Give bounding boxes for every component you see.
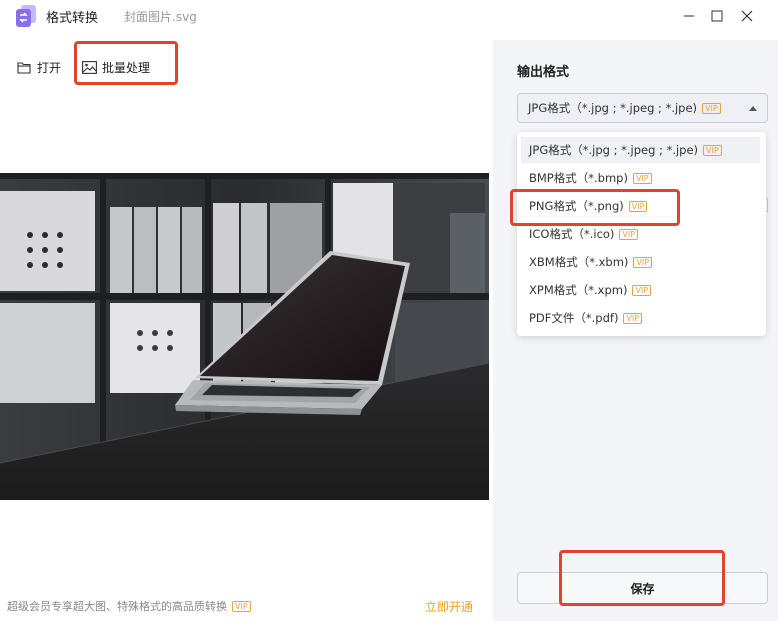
app-icon xyxy=(16,5,36,27)
output-format-heading: 输出格式 xyxy=(517,65,570,80)
vip-badge: VIP xyxy=(702,102,721,114)
vip-badge: VIP xyxy=(703,144,722,156)
vip-badge: VIP xyxy=(633,256,653,268)
minimize-button[interactable] xyxy=(676,4,702,28)
option-label: JPG格式（*.jpg ; *.jpeg ; *.jpe) xyxy=(529,143,699,157)
preview-panel: 打开 批量处理 超级会员专享超大图、特殊格式的高品质转换 VIP 立即开通 xyxy=(0,40,493,621)
batch-highlight-box xyxy=(74,41,178,85)
format-option-bmp[interactable]: BMP格式（*.bmp) VIP xyxy=(521,165,760,191)
format-option-xbm[interactable]: XBM格式（*.xbm) VIP xyxy=(521,249,760,275)
option-label: BMP格式（*.bmp) xyxy=(529,171,628,185)
format-option-jpg[interactable]: JPG格式（*.jpg ; *.jpeg ; *.jpe) VIP xyxy=(521,137,760,163)
vip-badge: VIP xyxy=(619,228,639,240)
activate-now-link[interactable]: 立即开通 xyxy=(425,598,473,615)
title-bar: 格式转换 封面图片.svg xyxy=(0,0,778,40)
caret-up-icon xyxy=(749,106,757,111)
selected-format: JPG格式（*.jpg ; *.jpeg ; *.jpe) xyxy=(528,101,698,115)
close-button[interactable] xyxy=(734,4,760,28)
save-highlight-box xyxy=(559,550,725,606)
file-name: 封面图片.svg xyxy=(124,10,197,24)
vip-badge: VIP xyxy=(632,284,652,296)
option-label: XBM格式（*.xbm) xyxy=(529,255,629,269)
format-option-xpm[interactable]: XPM格式（*.xpm) VIP xyxy=(521,277,760,303)
vip-note-text: 超级会员专享超大图、特殊格式的高品质转换 xyxy=(7,600,227,613)
maximize-button[interactable] xyxy=(704,4,730,28)
open-label: 打开 xyxy=(37,60,62,75)
preview-image xyxy=(0,173,489,500)
vip-badge: VIP xyxy=(632,172,652,184)
app-title: 格式转换 xyxy=(46,11,99,26)
format-dropdown: JPG格式（*.jpg ; *.jpeg ; *.jpe) VIP BMP格式（… xyxy=(517,132,766,336)
option-label: XPM格式（*.xpm) xyxy=(529,283,628,297)
vip-note: 超级会员专享超大图、特殊格式的高品质转换 VIP xyxy=(7,598,251,614)
option-label: PDF文件（*.pdf) xyxy=(529,311,619,325)
folder-icon xyxy=(17,61,31,74)
output-format-select[interactable]: JPG格式（*.jpg ; *.jpeg ; *.jpe) VIP xyxy=(517,93,768,123)
png-highlight-box xyxy=(510,189,680,226)
vip-badge: VIP xyxy=(623,312,643,324)
option-label: ICO格式（*.ico) xyxy=(529,227,615,241)
open-button[interactable]: 打开 xyxy=(17,56,61,78)
format-option-pdf[interactable]: PDF文件（*.pdf) VIP xyxy=(521,305,760,331)
settings-panel: 输出格式 JPG格式（*.jpg ; *.jpeg ; *.jpe) VIP J… xyxy=(493,40,778,621)
vip-badge: VIP xyxy=(232,600,251,612)
